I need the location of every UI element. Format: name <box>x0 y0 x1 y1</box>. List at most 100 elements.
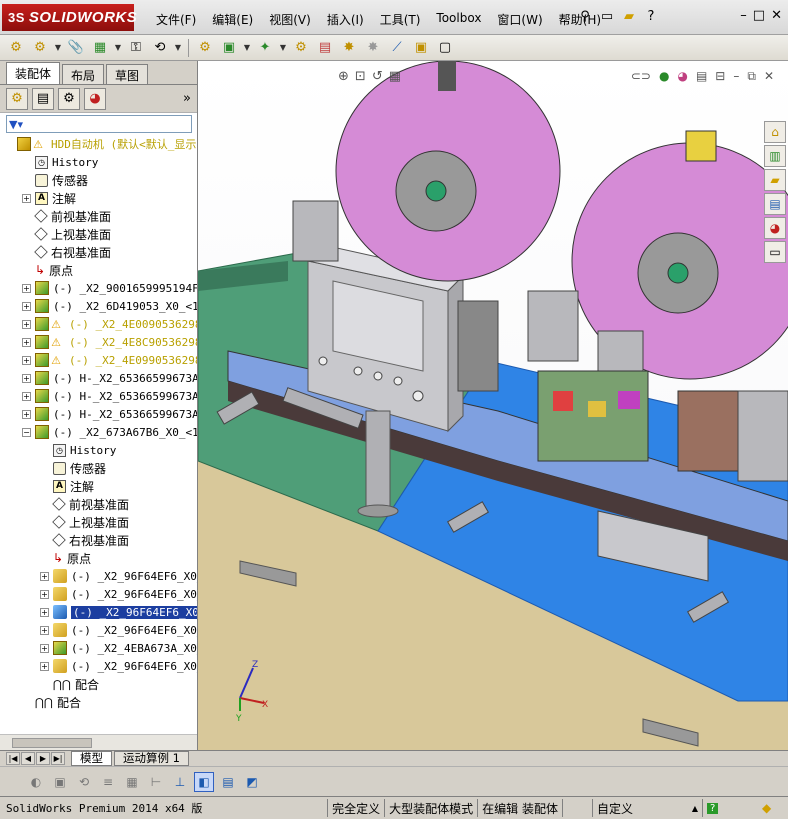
unit-system[interactable]: 自定义 ▲ <box>592 799 702 817</box>
solidworks-logo[interactable]: 3S SOLIDWORKS <box>2 4 137 31</box>
expand-toggle[interactable]: + <box>22 337 31 347</box>
tree-item[interactable]: A 注解 <box>40 477 94 495</box>
previous-view-icon[interactable]: ↺ <box>372 69 383 84</box>
tree-item[interactable]: − (-) _X2_673A67B6_X0_<1> ( <box>22 423 197 441</box>
insert-component-icon[interactable]: ⚙ <box>6 38 26 58</box>
feature-manager-icon[interactable]: ⚙ <box>6 87 28 110</box>
last-tab-icon[interactable]: ▶| <box>51 752 65 765</box>
reference-geometry-icon[interactable]: ✦ <box>255 38 275 58</box>
expand-toggle[interactable]: + <box>22 301 31 311</box>
menu-edit[interactable]: 编辑(E) <box>204 9 261 30</box>
appearance-icon[interactable]: ◕ <box>677 69 687 84</box>
assembly-features-icon[interactable]: ▣ <box>219 38 239 58</box>
menu-tools[interactable]: 工具(T) <box>372 9 429 30</box>
table-icon[interactable]: ▤ <box>218 772 238 792</box>
rebuild-status[interactable]: ◆ <box>758 799 788 817</box>
tree-item[interactable]: + (-) _X2_96F64EF6_X0_16 <box>40 657 197 675</box>
help-icon[interactable]: ? <box>642 7 660 25</box>
tree-item[interactable]: + (-) H-_X2_65366599673A678 <box>22 387 197 405</box>
home-icon[interactable]: ⌂ <box>764 121 786 143</box>
tree-item[interactable]: 上视基准面 <box>40 513 129 531</box>
expand-toggle[interactable]: + <box>22 409 31 419</box>
curvature-icon[interactable]: ◐ <box>26 772 46 792</box>
tree-item[interactable]: 前视基准面 <box>22 207 111 225</box>
next-tab-icon[interactable]: ▶ <box>36 752 50 765</box>
maximize-button[interactable]: □ <box>753 8 765 23</box>
expand-toggle[interactable]: + <box>22 193 31 203</box>
zoom-to-fit-icon[interactable]: ⊕ <box>338 69 349 84</box>
new-document-icon[interactable]: ▭ <box>598 7 616 25</box>
snapshot-icon[interactable]: ▢ <box>435 38 455 58</box>
tree-item[interactable]: ◷ History <box>40 441 116 459</box>
instant3d-icon[interactable]: ▣ <box>411 38 431 58</box>
tree-item[interactable]: + (-) _X2_4EBA673A_X0_<1 <box>40 639 197 657</box>
tab-assembly[interactable]: 装配体 <box>6 62 61 84</box>
shaded-icon[interactable]: ▣ <box>50 772 70 792</box>
menu-view[interactable]: 视图(V) <box>261 9 319 30</box>
mate-icon[interactable]: 📎 <box>66 38 86 58</box>
menu-toolbox[interactable]: Toolbox <box>428 9 489 30</box>
interference-detection-icon[interactable]: ⟋ <box>387 38 407 58</box>
open-folder-icon[interactable]: ▰ <box>620 7 638 25</box>
expand-toggle[interactable]: + <box>40 661 49 671</box>
expand-toggle[interactable]: + <box>22 319 31 329</box>
view-orientation-icon[interactable]: ⊂⊃ <box>631 69 651 84</box>
tree-item[interactable]: + (-) H-_X2_65366599673A678 <box>22 405 197 423</box>
tree-item[interactable]: 传感器 <box>22 171 88 189</box>
tree-item[interactable]: ⚠ HDD自动机 (默认<默认_显示 <box>4 135 196 153</box>
assembly-3d-model[interactable]: Z X Y <box>198 61 788 750</box>
chevron-down-icon[interactable]: ▼ <box>114 38 122 58</box>
expand-toggle[interactable]: + <box>22 355 31 365</box>
scrollbar-thumb[interactable] <box>12 738 92 748</box>
dimension-icon[interactable]: ⊢ <box>146 772 166 792</box>
resources-icon[interactable]: ▥ <box>764 145 786 167</box>
design-library-icon[interactable]: ▰ <box>764 169 786 191</box>
tree-item[interactable]: + ⚠ (-) _X2_4E00905362985F2 <box>22 315 197 333</box>
tree-item[interactable]: + (-) _X2_96F64EF6_X0_15 <box>40 567 197 585</box>
chevron-right-icon[interactable]: » <box>183 91 191 106</box>
expand-toggle[interactable]: + <box>22 283 31 293</box>
minimize-button[interactable]: – <box>740 8 747 23</box>
tree-item[interactable]: 传感器 <box>40 459 106 477</box>
expand-toggle[interactable]: + <box>40 625 49 635</box>
chevron-down-icon[interactable]: ▼ <box>174 38 182 58</box>
display-manager-icon[interactable]: ◕ <box>84 87 106 110</box>
tree-item[interactable]: ⋂⋂ 配合 <box>40 675 99 693</box>
lines-icon[interactable]: ≡ <box>98 772 118 792</box>
rotate-icon[interactable]: ⟲ <box>74 772 94 792</box>
filter-input[interactable]: ▼▾ <box>6 115 192 133</box>
custom-properties-icon[interactable]: ▭ <box>764 241 786 263</box>
tab-sketch[interactable]: 草图 <box>106 64 149 84</box>
bill-of-materials-icon[interactable]: ▤ <box>315 38 335 58</box>
expand-toggle[interactable]: + <box>22 391 31 401</box>
tree-item[interactable]: + ⚠ (-) _X2_4E09905362985F2 <box>22 351 197 369</box>
expand-toggle[interactable]: + <box>40 571 49 581</box>
help-status[interactable]: ? <box>702 799 758 817</box>
chevron-down-icon[interactable]: ▼ <box>279 38 287 58</box>
appearances-icon[interactable]: ◕ <box>764 217 786 239</box>
tree-item[interactable]: + (-) _X2_96F64EF6_X0_16 <box>40 585 197 603</box>
property-manager-icon[interactable]: ▤ <box>32 87 54 110</box>
pin-icon[interactable]: ⚲ <box>576 7 594 25</box>
tree-item[interactable]: 上视基准面 <box>22 225 111 243</box>
viewport-close-icon[interactable]: ✕ <box>764 69 774 84</box>
new-motion-study-icon[interactable]: ⚙ <box>291 38 311 58</box>
tree-item[interactable]: ◷ History <box>22 153 98 171</box>
chevron-down-icon[interactable]: ▼ <box>54 38 62 58</box>
first-tab-icon[interactable]: |◀ <box>6 752 20 765</box>
file-explorer-icon[interactable]: ▤ <box>764 193 786 215</box>
horizontal-scrollbar[interactable] <box>0 734 197 750</box>
show-hidden-components-icon[interactable]: ⚙ <box>195 38 215 58</box>
tree-item[interactable]: 前视基准面 <box>40 495 129 513</box>
expand-toggle[interactable]: + <box>40 643 49 653</box>
chevron-down-icon[interactable]: ▼ <box>243 38 251 58</box>
graphics-area[interactable]: Z X Y ⊕ ⊡ ↺ ▦ ⊂⊃ ● ◕ ▤ ⊟ – ⧉ ✕ ⌂ ▥ ▰ ▤ ◕… <box>198 61 788 750</box>
configuration-manager-icon[interactable]: ⚙ <box>58 87 80 110</box>
tree-item[interactable]: + (-) H-_X2_65366599673A678 <box>22 369 197 387</box>
tree-item[interactable]: 右视基准面 <box>22 243 111 261</box>
expand-toggle[interactable]: + <box>40 589 49 599</box>
display-style-icon[interactable]: ● <box>659 69 669 84</box>
grid-icon[interactable]: ▦ <box>122 772 142 792</box>
explode-line-sketch-icon[interactable]: ✸ <box>363 38 383 58</box>
tab-model[interactable]: 模型 <box>71 751 112 766</box>
